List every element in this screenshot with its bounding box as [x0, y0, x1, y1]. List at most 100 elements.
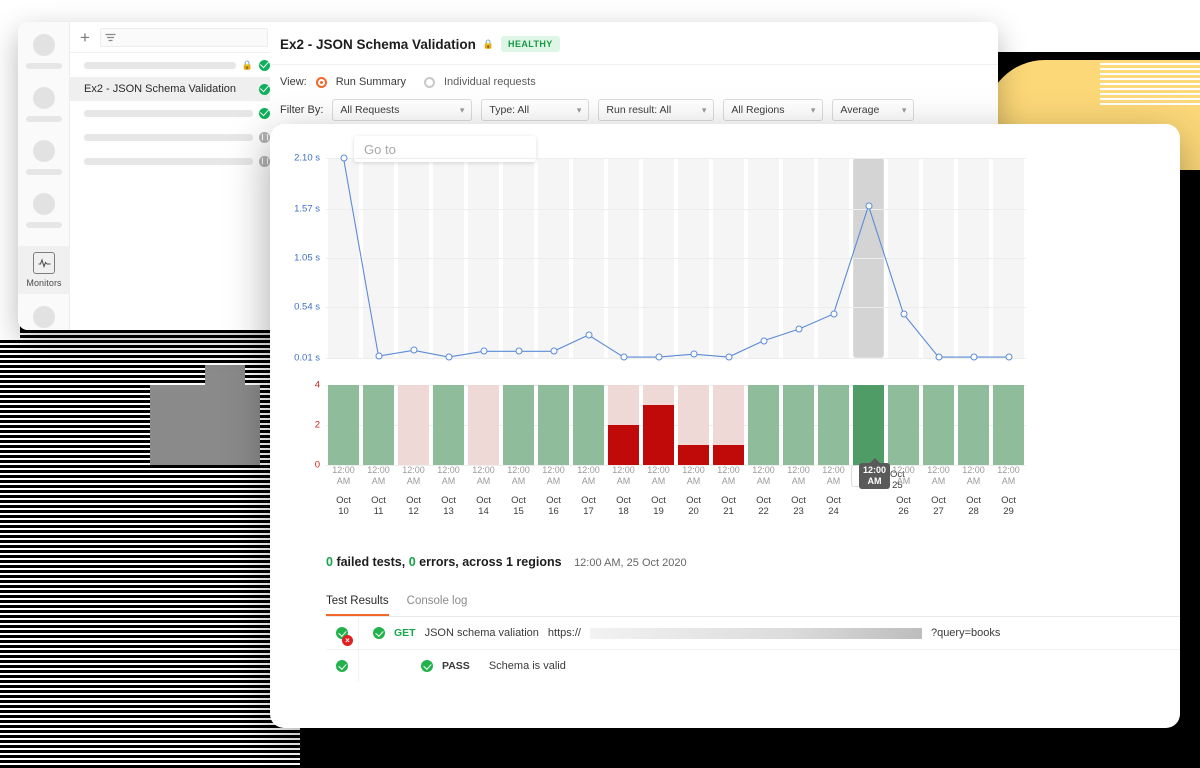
bar[interactable] — [468, 385, 499, 465]
bar[interactable] — [783, 385, 814, 465]
bar[interactable] — [993, 385, 1024, 465]
x-axis-label[interactable]: 12:00 AM Oct 11 — [361, 465, 396, 517]
bar[interactable] — [608, 385, 639, 465]
x-axis-label[interactable]: 12:00 AM Oct 15 — [501, 465, 536, 517]
data-point[interactable] — [900, 310, 907, 318]
data-point[interactable] — [690, 350, 697, 358]
view-option-individual-requests-label[interactable]: Individual requests — [444, 76, 536, 88]
x-axis-label[interactable]: 12:00 AM Oct 22 — [746, 465, 781, 517]
row-status-gutter: × — [326, 617, 359, 649]
x-axis-label[interactable]: 12:00 AM Oct 10 — [326, 465, 361, 517]
x-axis-time: 12:00 AM — [367, 465, 390, 486]
data-point[interactable] — [760, 337, 767, 345]
data-point[interactable] — [515, 347, 522, 355]
data-point[interactable] — [935, 353, 942, 361]
x-axis-label[interactable]: 12:00 AM Oct 12 — [396, 465, 431, 517]
x-axis-label[interactable]: 12:00 AM Oct 23 — [781, 465, 816, 517]
tab-console-log[interactable]: Console log — [407, 595, 468, 616]
rail-item-4[interactable] — [18, 193, 69, 228]
test-results-bar-chart[interactable]: 0 2 4 — [315, 380, 1026, 471]
view-option-run-summary-label[interactable]: Run Summary — [336, 76, 406, 88]
data-point[interactable] — [725, 353, 732, 361]
data-point[interactable] — [1005, 353, 1012, 361]
bar[interactable] — [713, 385, 744, 465]
data-point[interactable] — [340, 154, 347, 162]
bar[interactable] — [573, 385, 604, 465]
data-point[interactable] — [445, 353, 452, 361]
table-row[interactable]: × GET JSON schema valiation https:// ?qu… — [326, 617, 1180, 650]
rail-item-1[interactable] — [18, 34, 69, 69]
data-point[interactable] — [795, 325, 802, 333]
x-axis-date: Oct 16 — [546, 495, 561, 517]
x-axis-time: 12:00 AM — [437, 465, 460, 486]
check-circle-icon — [373, 627, 385, 639]
rail-item-monitors[interactable]: Monitors — [18, 246, 70, 294]
x-axis-label[interactable]: 12:00 AM Oct 14 — [466, 465, 501, 517]
list-item-ex2[interactable]: Ex2 - JSON Schema Validation — [70, 77, 278, 101]
error-badge-icon: × — [342, 635, 353, 646]
x-axis-label[interactable]: 12:00 AM Oct 20 — [676, 465, 711, 517]
regions-filter[interactable]: All Regions ▾ — [723, 99, 824, 121]
bar[interactable] — [818, 385, 849, 465]
request-row-body: GET JSON schema valiation https:// ?quer… — [359, 627, 1000, 639]
bar[interactable] — [398, 385, 429, 465]
radio-individual-requests[interactable] — [424, 76, 435, 88]
x-axis-label[interactable]: 12:00 AM Oct 25 — [851, 463, 905, 491]
data-point[interactable] — [970, 353, 977, 361]
data-point[interactable] — [865, 202, 872, 210]
x-axis-label[interactable]: 12:00 AM Oct 17 — [571, 465, 606, 517]
data-point[interactable] — [585, 331, 592, 339]
run-result-filter[interactable]: Run result: All ▾ — [598, 99, 715, 121]
bar[interactable] — [678, 385, 709, 465]
x-axis-label[interactable]: 12:00 AM Oct 24 — [816, 465, 851, 517]
data-point[interactable] — [480, 347, 487, 355]
bar-segment-failed — [678, 445, 709, 465]
data-point[interactable] — [620, 353, 627, 361]
list-item-title-skeleton — [84, 61, 236, 69]
x-axis-label[interactable]: 12:00 AM Oct 26 — [886, 465, 921, 517]
bar[interactable] — [363, 385, 394, 465]
bar[interactable] — [853, 385, 884, 465]
x-axis-label[interactable]: 12:00 AM Oct 19 — [641, 465, 676, 517]
x-axis-date: Oct 11 — [371, 495, 386, 517]
bar[interactable] — [503, 385, 534, 465]
data-point[interactable] — [410, 346, 417, 354]
list-item[interactable] — [70, 149, 278, 173]
bar[interactable] — [538, 385, 569, 465]
radio-run-summary[interactable] — [315, 76, 327, 88]
table-row[interactable]: PASS Schema is valid — [326, 650, 1180, 682]
data-point[interactable] — [550, 347, 557, 355]
plus-icon[interactable]: + — [80, 29, 90, 46]
response-time-line-chart[interactable]: Go to 0.01 s 0.54 s 1.05 s 1.57 s 2.10 s — [294, 136, 1026, 364]
bar[interactable] — [643, 385, 674, 465]
rail-item-2[interactable] — [18, 87, 69, 122]
data-point[interactable] — [655, 353, 662, 361]
bar[interactable] — [923, 385, 954, 465]
list-item[interactable] — [70, 125, 278, 149]
bar[interactable] — [433, 385, 464, 465]
type-filter[interactable]: Type: All ▾ — [481, 99, 590, 121]
x-axis-label[interactable]: 12:00 AM Oct 13 — [431, 465, 466, 517]
bar[interactable] — [748, 385, 779, 465]
x-axis-label[interactable]: 12:00 AM Oct 28 — [956, 465, 991, 517]
monitor-list-column: + 🔒 Ex2 - JSON Schema Validation — [70, 22, 279, 330]
x-axis-label[interactable]: 12:00 AM Oct 29 — [991, 465, 1026, 517]
aggregation-filter[interactable]: Average ▾ — [832, 99, 915, 121]
list-item[interactable] — [70, 101, 278, 125]
data-point[interactable] — [830, 310, 837, 318]
bar[interactable] — [958, 385, 989, 465]
x-axis-label[interactable]: 12:00 AM Oct 27 — [921, 465, 956, 517]
bar-segment-passed-faded — [643, 385, 674, 405]
requests-filter[interactable]: All Requests ▾ — [332, 99, 473, 121]
tab-test-results[interactable]: Test Results — [326, 595, 389, 616]
rail-item-3[interactable] — [18, 140, 69, 175]
bar[interactable] — [888, 385, 919, 465]
data-point[interactable] — [375, 352, 382, 360]
rail-item-6[interactable] — [18, 306, 69, 330]
list-item[interactable]: 🔒 — [70, 53, 278, 77]
filter-input[interactable] — [99, 27, 268, 47]
x-axis-label[interactable]: 12:00 AM Oct 16 — [536, 465, 571, 517]
x-axis-label[interactable]: 12:00 AM Oct 21 — [711, 465, 746, 517]
x-axis-label[interactable]: 12:00 AM Oct 18 — [606, 465, 641, 517]
bar[interactable] — [328, 385, 359, 465]
